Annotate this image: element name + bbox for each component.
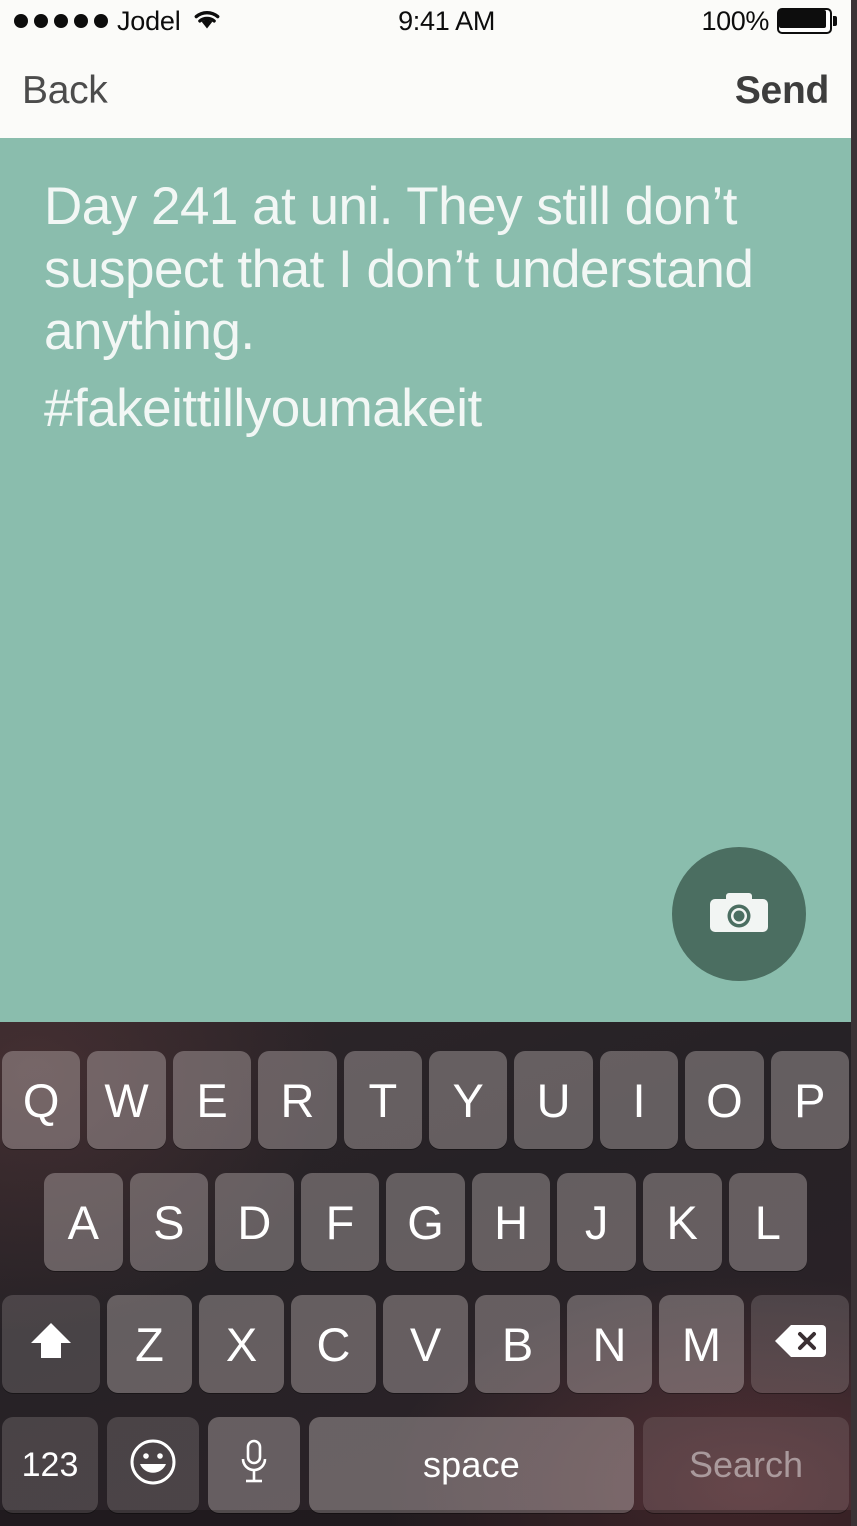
key-v[interactable]: V: [383, 1295, 468, 1393]
keyboard-row-4: 123 space Search: [0, 1417, 851, 1513]
key-z[interactable]: Z: [107, 1295, 192, 1393]
battery-percentage: 100%: [701, 5, 770, 36]
camera-icon: [708, 886, 770, 943]
key-w[interactable]: W: [87, 1051, 166, 1149]
key-d[interactable]: D: [215, 1173, 294, 1271]
battery-full-icon: [777, 8, 837, 34]
key-y[interactable]: Y: [429, 1051, 508, 1149]
signal-dot: [94, 14, 108, 28]
key-r[interactable]: R: [258, 1051, 337, 1149]
signal-dot: [54, 14, 68, 28]
post-body-text[interactable]: Day 241 at uni. They still don’t suspect…: [44, 176, 804, 364]
signal-strength-dots: [14, 14, 108, 28]
post-hashtag-text[interactable]: #fakeittillyoumakeit: [44, 378, 804, 441]
compose-area[interactable]: Day 241 at uni. They still don’t suspect…: [0, 138, 851, 1022]
backspace-key[interactable]: [751, 1295, 849, 1393]
signal-dot: [14, 14, 28, 28]
key-t[interactable]: T: [343, 1051, 423, 1149]
key-e[interactable]: E: [172, 1051, 252, 1149]
send-button[interactable]: Send: [735, 71, 829, 110]
key-p[interactable]: P: [770, 1051, 850, 1149]
key-l[interactable]: L: [728, 1173, 808, 1271]
keyboard-row-1: Q W E R T Y U I O P: [0, 1051, 851, 1149]
key-j[interactable]: J: [557, 1173, 636, 1271]
on-screen-keyboard: Q W E R T Y U I O P A S D F G H J K L Z …: [0, 1022, 851, 1526]
carrier-name: Jodel: [117, 5, 181, 36]
key-m[interactable]: M: [659, 1295, 744, 1393]
key-u[interactable]: U: [514, 1051, 593, 1149]
key-h[interactable]: H: [471, 1173, 551, 1271]
key-o[interactable]: O: [685, 1051, 764, 1149]
keyboard-bottom-bar: [0, 1510, 851, 1526]
status-bar-left: Jodel: [14, 6, 222, 37]
shift-arrow-icon: [27, 1318, 75, 1371]
keyboard-row-2: A S D F G H J K L: [0, 1173, 851, 1271]
space-key[interactable]: space: [309, 1417, 634, 1513]
backspace-icon: [772, 1321, 828, 1368]
signal-dot: [34, 14, 48, 28]
status-bar-time: 9:41 AM: [398, 5, 496, 36]
key-g[interactable]: G: [386, 1173, 465, 1271]
camera-button[interactable]: [672, 847, 806, 981]
status-bar: Jodel 9:41 AM 100%: [0, 0, 851, 42]
key-a[interactable]: A: [44, 1173, 123, 1271]
device-bezel-right: [851, 0, 857, 1526]
emoji-key[interactable]: [107, 1417, 199, 1513]
key-q[interactable]: Q: [2, 1051, 81, 1149]
phone-screen: Jodel 9:41 AM 100% Back Send Day 241 at …: [0, 0, 857, 1526]
key-s[interactable]: S: [129, 1173, 209, 1271]
back-button[interactable]: Back: [22, 71, 108, 110]
navigation-bar: Back Send: [0, 42, 851, 138]
numeric-key[interactable]: 123: [2, 1417, 98, 1513]
key-i[interactable]: I: [599, 1051, 679, 1149]
key-f[interactable]: F: [300, 1173, 380, 1271]
microphone-icon: [237, 1437, 271, 1494]
key-c[interactable]: C: [291, 1295, 376, 1393]
shift-key[interactable]: [2, 1295, 100, 1393]
key-x[interactable]: X: [199, 1295, 284, 1393]
status-bar-right: 100%: [702, 6, 837, 37]
microphone-key[interactable]: [208, 1417, 300, 1513]
key-n[interactable]: N: [567, 1295, 652, 1393]
key-k[interactable]: K: [642, 1173, 722, 1271]
search-key[interactable]: Search: [643, 1417, 849, 1513]
key-b[interactable]: B: [475, 1295, 560, 1393]
signal-dot: [74, 14, 88, 28]
emoji-smiley-icon: [128, 1437, 178, 1494]
keyboard-row-3: Z X C V B N M: [0, 1295, 851, 1393]
